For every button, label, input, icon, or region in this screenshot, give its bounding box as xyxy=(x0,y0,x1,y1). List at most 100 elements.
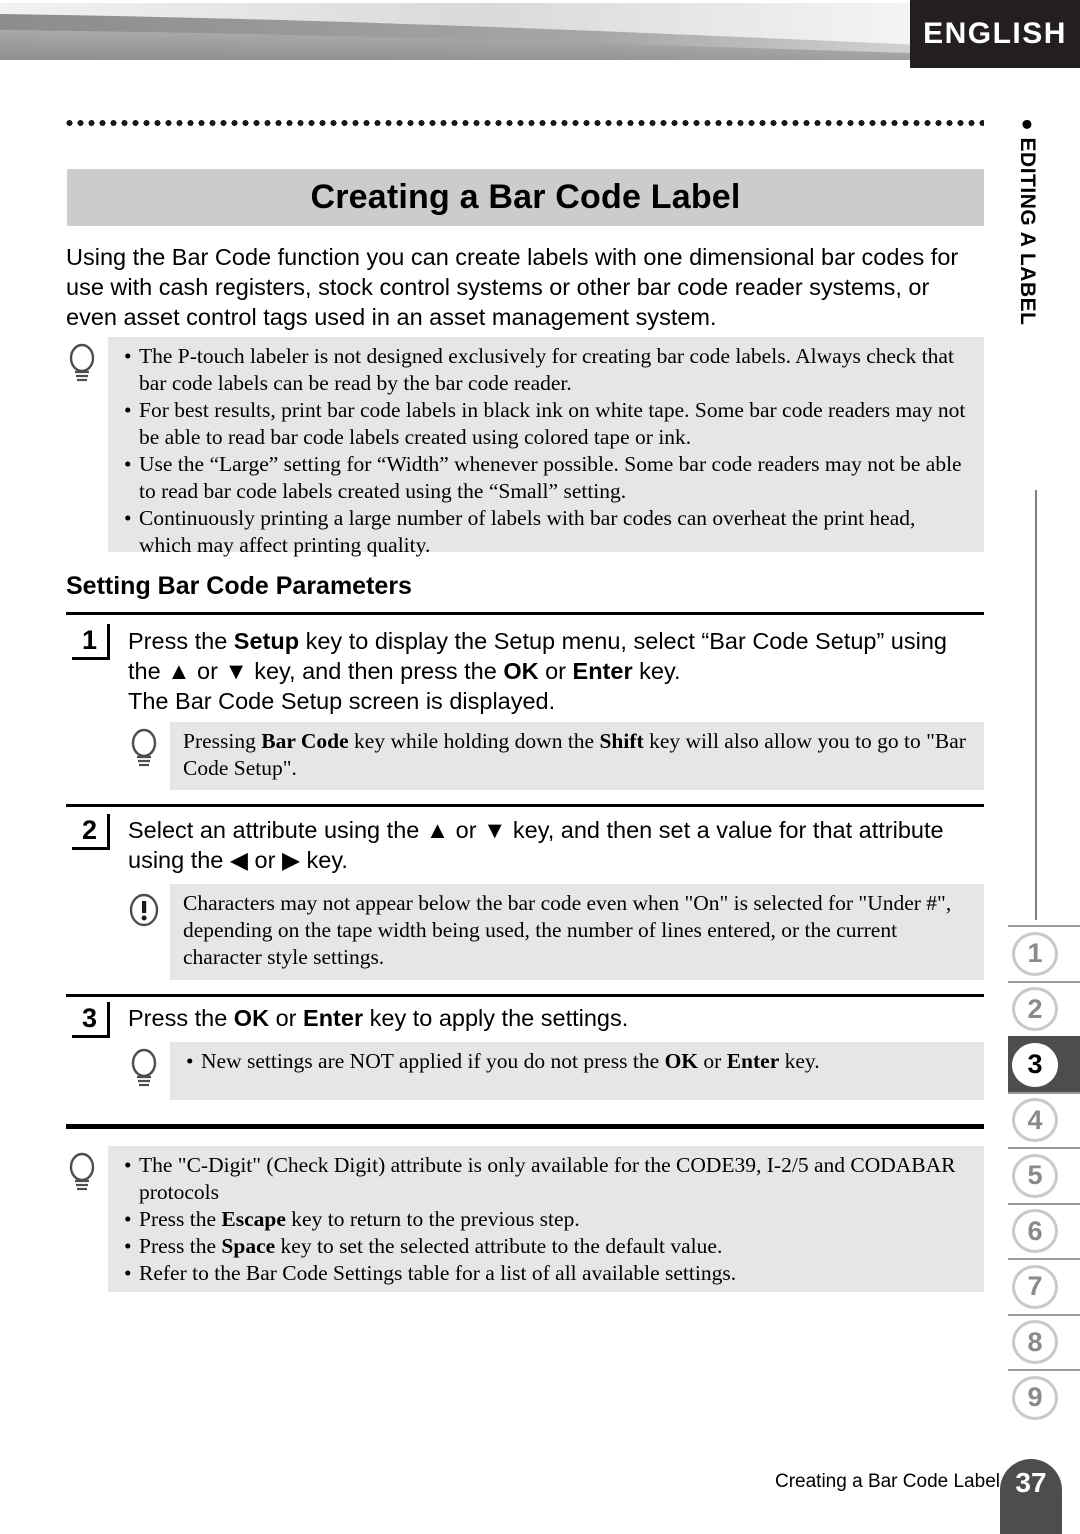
lightbulb-icon xyxy=(126,728,162,768)
note-step1-a: Pressing xyxy=(183,729,262,753)
chapter-side-label: ● EDITING A LABEL xyxy=(1004,118,1044,418)
side-vertical-rule xyxy=(1035,490,1037,920)
lightbulb-icon xyxy=(64,343,100,383)
page-number: 37 xyxy=(1015,1467,1047,1498)
up-arrow-icon: ▲ xyxy=(425,817,450,843)
note-box-step3: New settings are NOT applied if you do n… xyxy=(131,1042,984,1100)
down-arrow-icon: ▼ xyxy=(224,658,248,684)
chapter-side-label-text: ● EDITING A LABEL xyxy=(1016,118,1039,326)
chapter-tab-9-label: 9 xyxy=(1012,1375,1058,1420)
step-1-or-2: or xyxy=(538,658,573,684)
chapter-tab-5-label: 5 xyxy=(1012,1153,1058,1198)
chapter-tab-strip: 1 2 3 4 5 6 7 8 9 xyxy=(1008,925,1080,1425)
key-escape: Escape xyxy=(221,1207,286,1231)
note-step2-text: Characters may not appear below the bar … xyxy=(183,891,952,969)
step-number-3: 3 xyxy=(72,1002,110,1038)
list-item: Press the Escape key to return to the pr… xyxy=(121,1206,972,1233)
dotted-divider xyxy=(64,120,984,126)
step-3-or-1: or xyxy=(269,1005,304,1031)
page-title-band: Creating a Bar Code Label xyxy=(67,169,984,226)
note-bottom-3c: key to set the selected attribute to the… xyxy=(275,1234,723,1258)
list-item: Use the “Large” setting for “Width” when… xyxy=(121,451,972,505)
key-ok: OK xyxy=(664,1049,699,1073)
chapter-tab-7[interactable]: 7 xyxy=(1008,1258,1080,1314)
note-step1-text: Pressing Bar Code key while holding down… xyxy=(183,728,972,782)
step-1-line2: The Bar Code Setup screen is displayed. xyxy=(128,688,556,714)
chapter-tab-3-label: 3 xyxy=(1012,1042,1058,1087)
step-1-text-d: key. xyxy=(632,658,681,684)
chapter-tab-4-label: 4 xyxy=(1012,1098,1058,1143)
key-shift: Shift xyxy=(599,729,644,753)
chapter-tab-4[interactable]: 4 xyxy=(1008,1091,1080,1148)
key-ok: OK xyxy=(503,658,539,684)
step-1-text-a: Press the xyxy=(128,628,234,654)
step-2-or-2: or xyxy=(247,847,282,873)
chapter-tab-7-label: 7 xyxy=(1012,1264,1058,1309)
step-number-2-label: 2 xyxy=(81,815,98,845)
chapter-bullet-icon: ● xyxy=(1016,118,1039,132)
chapter-tab-3[interactable]: 3 xyxy=(1008,1036,1080,1092)
lightbulb-icon xyxy=(126,1048,162,1088)
list-item: Continuously printing a large number of … xyxy=(121,505,972,559)
step-1-or-1: or xyxy=(190,658,225,684)
note-box-step2: Characters may not appear below the bar … xyxy=(129,884,984,980)
step-2-or-1: or xyxy=(449,817,484,843)
exclamation-icon xyxy=(126,890,162,930)
chapter-tab-9[interactable]: 9 xyxy=(1008,1369,1080,1425)
right-arrow-icon: ▶ xyxy=(281,847,301,873)
footer-title: Creating a Bar Code Label xyxy=(775,1471,1000,1492)
note-box-bottom: The "C-Digit" (Check Digit) attribute is… xyxy=(69,1146,984,1292)
step-2-text-a: Select an attribute using the xyxy=(128,817,426,843)
chapter-tab-2-label: 2 xyxy=(1012,987,1058,1032)
key-enter: Enter xyxy=(572,658,633,684)
chapter-tab-2[interactable]: 2 xyxy=(1008,980,1080,1037)
key-ok: OK xyxy=(233,1005,270,1031)
step-1-body: Press the Setup key to display the Setup… xyxy=(128,626,984,716)
note-bottom-2a: Press the xyxy=(139,1207,222,1231)
chapter-tab-6[interactable]: 6 xyxy=(1008,1202,1080,1259)
chapter-tab-8[interactable]: 8 xyxy=(1008,1313,1080,1370)
down-arrow-icon: ▼ xyxy=(483,817,507,843)
section-heading: Setting Bar Code Parameters xyxy=(66,572,412,600)
chapter-tab-5[interactable]: 5 xyxy=(1008,1147,1080,1203)
left-arrow-icon: ◀ xyxy=(229,847,248,873)
step-2-body: Select an attribute using the ▲ or ▼ key… xyxy=(128,815,984,875)
step-number-2: 2 xyxy=(72,814,110,850)
note-step3-a: New settings are NOT applied if you do n… xyxy=(201,1049,665,1073)
step-number-3-label: 3 xyxy=(81,1003,98,1033)
chapter-side-label-value: EDITING A LABEL xyxy=(1016,137,1039,326)
step-number-1-label: 1 xyxy=(81,625,98,655)
language-tab: ENGLISH xyxy=(910,0,1080,68)
list-item: The "C-Digit" (Check Digit) attribute is… xyxy=(121,1152,972,1206)
step-2-text-c: key. xyxy=(300,847,348,873)
step-3-text-b: key to apply the settings. xyxy=(363,1005,629,1031)
key-enter: Enter xyxy=(726,1049,780,1073)
list-item: For best results, print bar code labels … xyxy=(121,397,972,451)
key-setup: Setup xyxy=(233,628,300,654)
page-number-tab: 37 xyxy=(1000,1459,1062,1534)
note-bottom-3a: Press the xyxy=(139,1234,222,1258)
list-item: Refer to the Bar Code Settings table for… xyxy=(121,1260,972,1287)
step-3-text-a: Press the xyxy=(128,1005,234,1031)
section-heading-rule xyxy=(66,612,984,615)
key-enter: Enter xyxy=(303,1005,364,1031)
chapter-tab-1[interactable]: 1 xyxy=(1008,925,1080,981)
step-number-1: 1 xyxy=(72,624,110,660)
chapter-tab-1-label: 1 xyxy=(1012,931,1058,976)
page-title: Creating a Bar Code Label xyxy=(310,178,741,216)
step-3-body: Press the OK or Enter key to apply the s… xyxy=(128,1003,984,1033)
language-tab-label: ENGLISH xyxy=(923,17,1067,50)
up-arrow-icon: ▲ xyxy=(167,658,191,684)
lightbulb-icon xyxy=(64,1152,100,1192)
note-bottom-2c: key to return to the previous step. xyxy=(285,1207,580,1231)
intro-paragraph: Using the Bar Code function you can crea… xyxy=(66,244,959,330)
note-step3-c: key. xyxy=(779,1049,820,1073)
note-box-step1: Pressing Bar Code key while holding down… xyxy=(131,722,984,790)
list-item: The P-touch labeler is not designed excl… xyxy=(121,343,972,397)
step-1-text-c: key, and then press the xyxy=(247,658,504,684)
chapter-tab-8-label: 8 xyxy=(1012,1320,1058,1365)
note-step1-b: key while holding down the xyxy=(348,729,600,753)
list-item: New settings are NOT applied if you do n… xyxy=(183,1048,972,1075)
chapter-tab-6-label: 6 xyxy=(1012,1209,1058,1254)
step-3-rule xyxy=(66,994,984,997)
